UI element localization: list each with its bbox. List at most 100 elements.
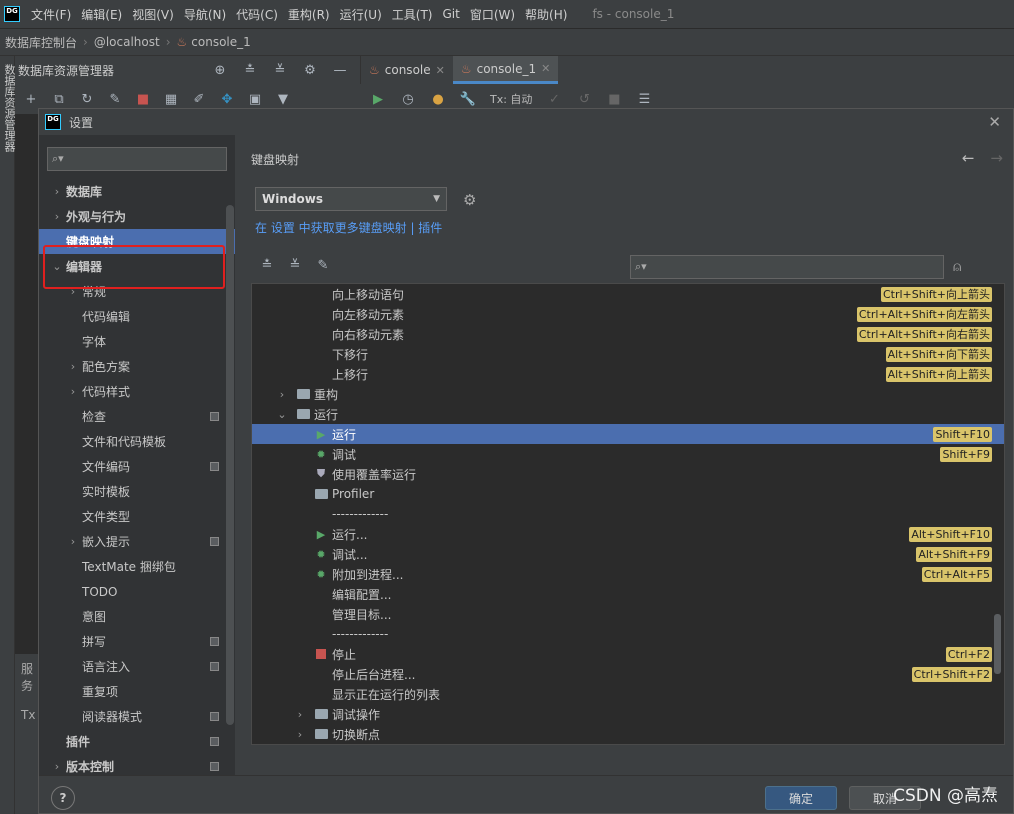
keymap-row[interactable]: 管理目标... — [252, 604, 1004, 624]
keymap-row[interactable]: 显示正在运行的列表 — [252, 684, 1004, 704]
tree-item[interactable]: 代码编辑 — [39, 304, 235, 329]
help-button[interactable]: ? — [51, 786, 75, 810]
ok-button[interactable]: 确定 — [765, 786, 837, 810]
tree-item[interactable]: › 外观与行为 — [39, 204, 235, 229]
menu-window[interactable]: 窗口(W) — [465, 6, 520, 23]
keymap-row[interactable]: 向上移动语句 Ctrl+Shift+向上箭头 — [252, 284, 1004, 304]
tree-item[interactable]: › 配色方案 — [39, 354, 235, 379]
keymap-row[interactable]: 停止后台进程... Ctrl+Shift+F2 — [252, 664, 1004, 684]
tree-item[interactable]: 文件类型 — [39, 504, 235, 529]
keymap-select[interactable]: Windows ▼ — [255, 187, 447, 211]
chevron-down-icon[interactable]: ⌄ — [276, 408, 288, 421]
keymap-row[interactable]: 向右移动元素 Ctrl+Alt+Shift+向右箭头 — [252, 324, 1004, 344]
gear-icon[interactable]: ⚙ — [463, 191, 476, 209]
tree-item[interactable]: 意图 — [39, 604, 235, 629]
keymap-row[interactable]: 向左移动元素 Ctrl+Alt+Shift+向左箭头 — [252, 304, 1004, 324]
refresh-icon[interactable]: ↻ — [79, 91, 95, 107]
chevron-right-icon[interactable]: › — [67, 535, 79, 548]
breadcrumb-item-console[interactable]: 数据库控制台 — [5, 34, 77, 51]
minimize-icon[interactable]: — — [332, 62, 348, 78]
find-shortcut-icon[interactable]: ⍝ — [953, 259, 961, 275]
tab-console-1[interactable]: ♨ console_1 ✕ — [452, 56, 559, 84]
tree-item[interactable]: › 版本控制 — [39, 754, 235, 775]
add-icon[interactable]: + — [23, 91, 39, 107]
expand-all-icon[interactable]: ≛ — [259, 257, 275, 273]
keymap-row[interactable]: › 重构 — [252, 384, 1004, 404]
menu-help[interactable]: 帮助(H) — [520, 6, 572, 23]
keymap-search-input[interactable]: ⌕▾ — [630, 255, 944, 279]
menu-git[interactable]: Git — [437, 7, 464, 21]
collapse-all-icon[interactable]: ≚ — [287, 257, 303, 273]
tab-console[interactable]: ♨ console ✕ — [361, 56, 453, 84]
gear-icon[interactable]: ⚙ — [302, 62, 318, 78]
tx-mode-select[interactable]: Tx: 自动 — [490, 91, 532, 107]
commit-icon[interactable]: ✓ — [546, 91, 562, 107]
keymap-row[interactable]: ✹ 调试... Alt+Shift+F9 — [252, 544, 1004, 564]
close-icon[interactable]: ✕ — [988, 113, 1001, 131]
query-console-icon[interactable]: ▣ — [247, 91, 263, 107]
target-icon[interactable]: ⊕ — [212, 62, 228, 78]
keymap-row[interactable]: ------------- — [252, 504, 1004, 524]
table-icon[interactable]: ▦ — [163, 91, 179, 107]
tree-item[interactable]: 文件和代码模板 — [39, 429, 235, 454]
menu-view[interactable]: 视图(V) — [127, 6, 179, 23]
chevron-right-icon[interactable]: › — [51, 210, 63, 223]
keymap-row[interactable]: 下移行 Alt+Shift+向下箭头 — [252, 344, 1004, 364]
menu-file[interactable]: 文件(F) — [26, 6, 76, 23]
tree-item[interactable]: 实时模板 — [39, 479, 235, 504]
keymap-row[interactable]: ------------- — [252, 624, 1004, 644]
keymap-row[interactable]: ▶ 运行 Shift+F10 — [252, 424, 1004, 444]
expand-all-icon[interactable]: ≛ — [242, 62, 258, 78]
table-view-icon[interactable]: ☰ — [636, 91, 652, 107]
chevron-right-icon[interactable]: › — [51, 185, 63, 198]
tree-scrollbar[interactable] — [226, 205, 234, 725]
run-icon[interactable]: ▶ — [370, 91, 386, 107]
menu-edit[interactable]: 编辑(E) — [76, 6, 127, 23]
chevron-right-icon[interactable]: › — [294, 708, 306, 721]
tree-item[interactable]: 插件 — [39, 729, 235, 754]
filter-icon[interactable]: ▼ — [275, 91, 291, 107]
keymap-row[interactable]: ▶ 运行... Alt+Shift+F10 — [252, 524, 1004, 544]
tree-item[interactable]: 字体 — [39, 329, 235, 354]
chevron-right-icon[interactable]: › — [294, 728, 306, 741]
close-icon[interactable]: ✕ — [541, 62, 550, 75]
keymap-row[interactable]: 停止 Ctrl+F2 — [252, 644, 1004, 664]
more-keymaps-link[interactable]: 在 设置 中获取更多键盘映射 | 插件 — [255, 219, 442, 236]
menu-code[interactable]: 代码(C) — [231, 6, 283, 23]
keymap-row[interactable]: ✹ 调试 Shift+F9 — [252, 444, 1004, 464]
settings-search-input[interactable]: ⌕▾ — [47, 147, 227, 171]
keymap-row[interactable]: ⛊ 使用覆盖率运行 — [252, 464, 1004, 484]
profile-icon[interactable]: ● — [430, 91, 446, 107]
tree-item[interactable]: 拼写 — [39, 629, 235, 654]
jump-icon[interactable]: ✥ — [219, 91, 235, 107]
forward-arrow-icon[interactable]: → — [990, 149, 1003, 167]
breadcrumb-item-host[interactable]: @localhost — [94, 35, 160, 49]
tree-item[interactable]: 阅读器模式 — [39, 704, 235, 729]
keymap-row[interactable]: 上移行 Alt+Shift+向上箭头 — [252, 364, 1004, 384]
pencil-icon[interactable]: ✐ — [191, 91, 207, 107]
tree-item[interactable]: 文件编码 — [39, 454, 235, 479]
menu-tools[interactable]: 工具(T) — [387, 6, 438, 23]
stop-icon[interactable]: ■ — [606, 91, 622, 107]
tree-item[interactable]: › 代码样式 — [39, 379, 235, 404]
tree-item[interactable]: 语言注入 — [39, 654, 235, 679]
keymap-row[interactable]: ✹ 附加到进程... Ctrl+Alt+F5 — [252, 564, 1004, 584]
tree-item[interactable]: › 数据库 — [39, 179, 235, 204]
keymap-row[interactable]: 编辑配置... — [252, 584, 1004, 604]
wrench-icon[interactable]: 🔧 — [460, 91, 476, 107]
keymap-row[interactable]: Profiler — [252, 484, 1004, 504]
rollback-icon[interactable]: ↺ — [576, 91, 592, 107]
copy-icon[interactable]: ⧉ — [51, 91, 67, 107]
keymap-row[interactable]: ⌄ 运行 — [252, 404, 1004, 424]
chevron-right-icon[interactable]: › — [51, 760, 63, 773]
list-scrollbar[interactable] — [994, 614, 1001, 674]
history-icon[interactable]: ◷ — [400, 91, 416, 107]
edit-icon[interactable]: ✎ — [315, 257, 331, 273]
breadcrumb-item-file[interactable]: console_1 — [191, 35, 251, 49]
keymap-row[interactable]: › 切换断点 — [252, 724, 1004, 744]
menu-refactor[interactable]: 重构(R) — [283, 6, 335, 23]
keymap-row[interactable]: › 调试操作 — [252, 704, 1004, 724]
tree-item[interactable]: › 嵌入提示 — [39, 529, 235, 554]
back-arrow-icon[interactable]: ← — [962, 149, 975, 167]
chevron-right-icon[interactable]: › — [67, 385, 79, 398]
